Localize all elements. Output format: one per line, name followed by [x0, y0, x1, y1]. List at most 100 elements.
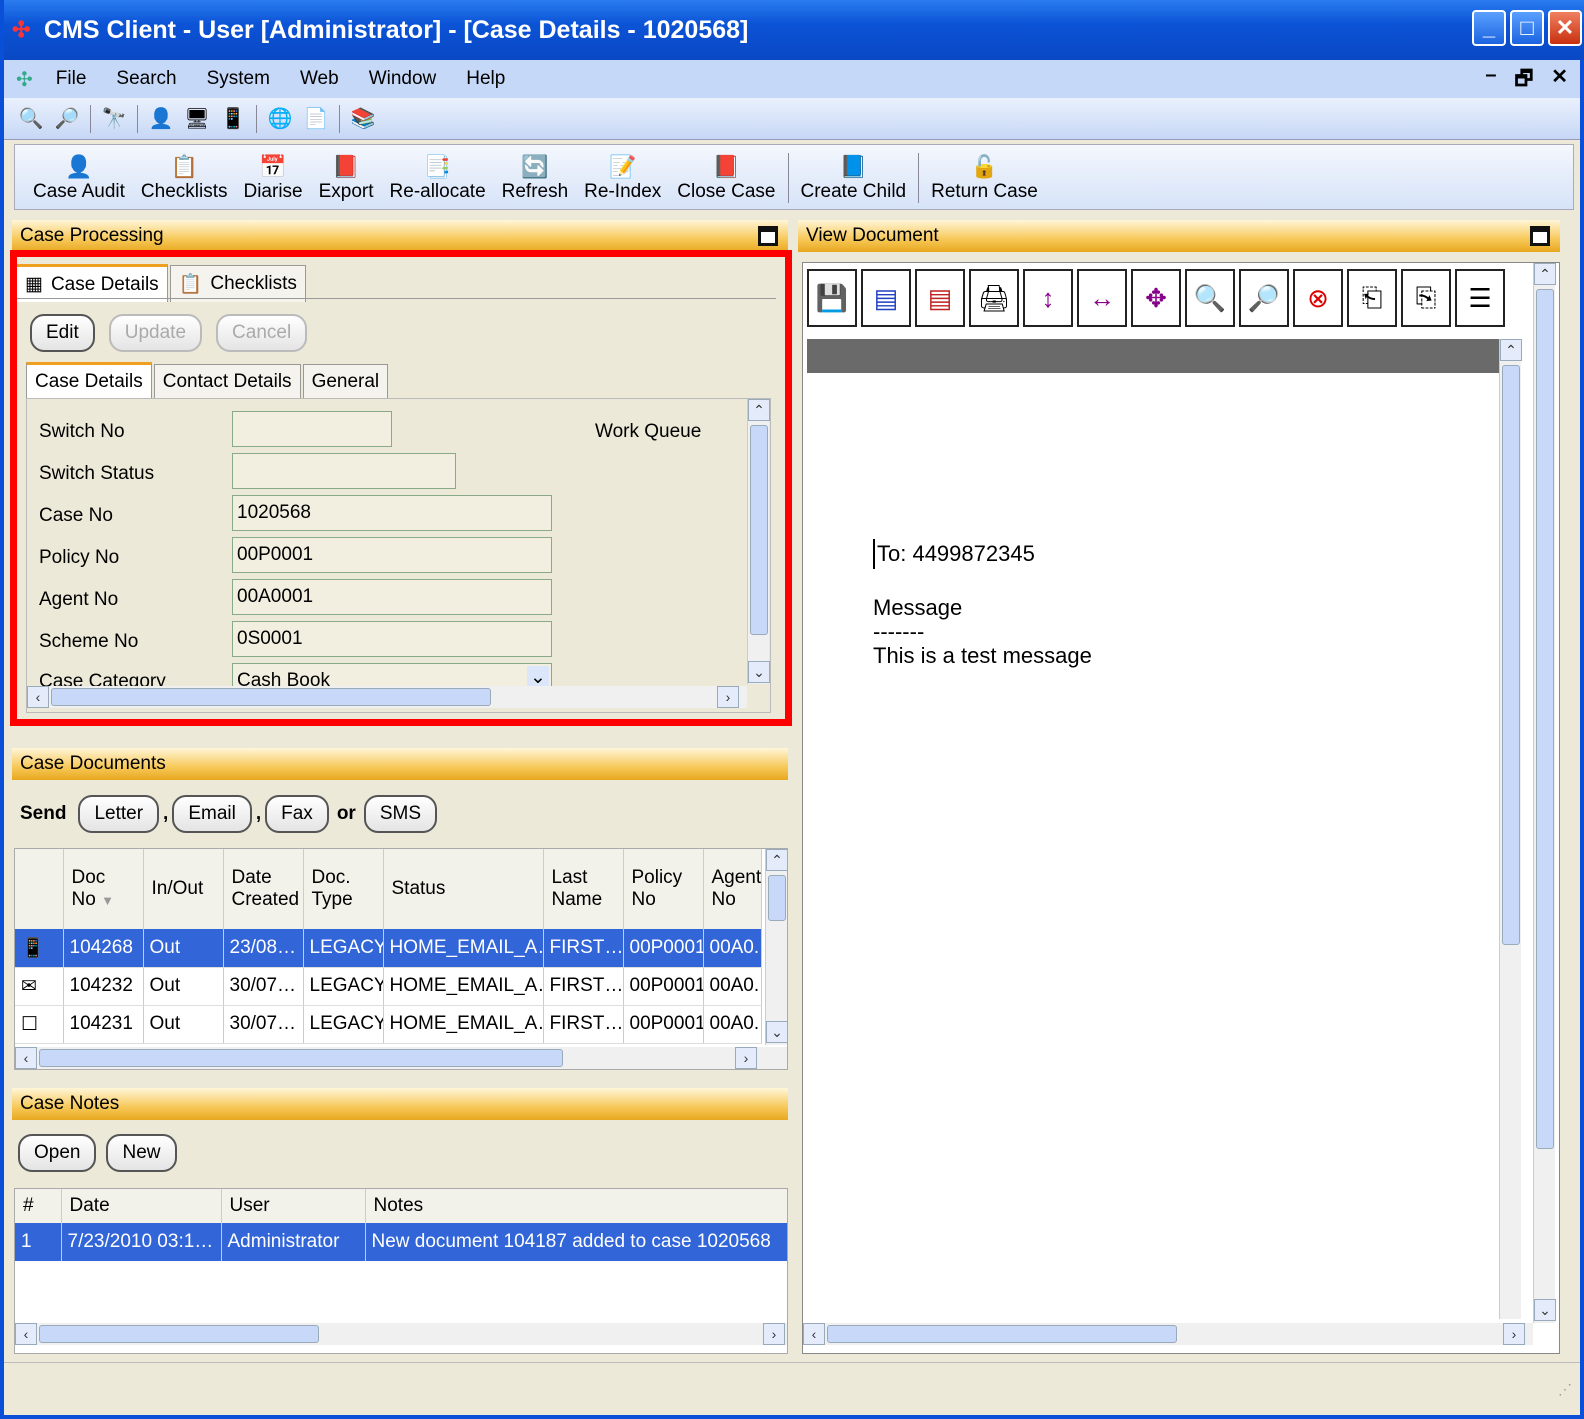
col-last-name[interactable]: Last Name	[543, 849, 624, 929]
globe-icon[interactable]: 🌐	[267, 106, 293, 132]
scroll-down-button[interactable]: ⌄	[1534, 1299, 1556, 1321]
scroll-up-button[interactable]: ⌃	[748, 399, 770, 421]
edit-button[interactable]: Edit	[30, 314, 95, 352]
form-icon[interactable]: 📄	[303, 106, 329, 132]
scroll-up-button[interactable]: ⌃	[766, 849, 787, 871]
menu-file[interactable]: File	[56, 68, 87, 90]
maximize-button[interactable]: □	[1510, 10, 1544, 46]
find-case-icon[interactable]: 🔍	[18, 106, 44, 132]
scroll-up-button[interactable]: ⌃	[1534, 263, 1556, 285]
create-child-button[interactable]: 📘 Create Child	[801, 153, 907, 203]
menu-help[interactable]: Help	[466, 68, 505, 90]
notes-horizontal-scrollbar[interactable]: ‹ ›	[15, 1323, 787, 1345]
scroll-left-button[interactable]: ‹	[15, 1323, 37, 1345]
scroll-down-button[interactable]: ⌄	[766, 1021, 787, 1043]
scroll-thumb[interactable]	[1502, 365, 1520, 945]
save-icon[interactable]: 💾	[807, 269, 857, 327]
col-date-created[interactable]: Date Created	[223, 849, 304, 929]
refresh-button[interactable]: 🔄 Refresh	[502, 153, 569, 203]
new-note-button[interactable]: New	[106, 1134, 177, 1172]
scroll-thumb[interactable]	[768, 875, 786, 921]
table-row[interactable]: 1 7/23/2010 03:1… Administrator New docu…	[15, 1223, 787, 1261]
col-date[interactable]: Date	[61, 1189, 222, 1223]
scroll-thumb[interactable]	[51, 688, 491, 706]
page-vscroll[interactable]: ⌃	[1499, 339, 1522, 1319]
re-allocate-button[interactable]: 📑 Re-allocate	[390, 153, 486, 203]
zoom-cancel-icon[interactable]: ⊗	[1293, 269, 1343, 327]
grid-vertical-scrollbar[interactable]: ⌃ ⌄	[765, 849, 787, 1045]
binoculars-icon[interactable]: 🔭	[101, 106, 127, 132]
col-in-out[interactable]: In/Out	[143, 849, 224, 929]
page-list-icon[interactable]: ☰	[1455, 269, 1505, 327]
mdi-minimize-button[interactable]: –	[1485, 64, 1496, 98]
scroll-thumb[interactable]	[750, 425, 768, 635]
phone-icon[interactable]: 📱	[220, 106, 246, 132]
zoom-in-icon[interactable]: 🔍	[1185, 269, 1235, 327]
col-policy-no[interactable]: Policy No	[623, 849, 704, 929]
maximize-pane-button[interactable]	[1530, 226, 1550, 246]
scroll-left-button[interactable]: ‹	[15, 1047, 37, 1069]
mdi-restore-button[interactable]: 🗗	[1514, 64, 1533, 98]
fit-height-icon[interactable]: ↕	[1023, 269, 1073, 327]
col-agent-no[interactable]: Agent No	[703, 849, 762, 929]
col-icon[interactable]	[15, 849, 64, 929]
subtab-case-details[interactable]: Case Details	[26, 362, 152, 399]
tab-case-details[interactable]: ▦ Case Details	[16, 264, 168, 302]
checklists-button[interactable]: 📋 Checklists	[141, 153, 228, 203]
return-case-button[interactable]: 🔓 Return Case	[931, 153, 1038, 203]
scroll-thumb[interactable]	[39, 1325, 319, 1343]
search-case-icon[interactable]: 🔎	[54, 106, 80, 132]
scroll-left-button[interactable]: ‹	[27, 686, 49, 708]
case-audit-button[interactable]: 👤 Case Audit	[33, 153, 125, 203]
resize-grip-icon[interactable]: ⋰	[1558, 1381, 1572, 1398]
viewer-outer-vscroll[interactable]: ⌃ ⌄	[1533, 263, 1556, 1323]
close-button[interactable]: ✕	[1548, 10, 1582, 46]
title-bar[interactable]: ✣ CMS Client - User [Administrator] - [C…	[4, 0, 1584, 60]
mdi-close-button[interactable]: ✕	[1551, 64, 1568, 98]
scroll-down-button[interactable]: ⌄	[748, 661, 770, 683]
table-row[interactable]: 📱 104268 Out 23/08… LEGACY HOME_EMAIL_A……	[15, 929, 762, 968]
col-user[interactable]: User	[221, 1189, 366, 1223]
zoom-text-icon[interactable]: 🔎	[1239, 269, 1289, 327]
scroll-right-button[interactable]: ›	[735, 1047, 757, 1069]
switch-status-field[interactable]	[232, 453, 456, 489]
open-note-button[interactable]: Open	[18, 1134, 97, 1172]
case-no-field[interactable]: 1020568	[232, 495, 552, 531]
col-doc-type[interactable]: Doc. Type	[303, 849, 384, 929]
email-button[interactable]: Email	[172, 795, 252, 833]
col-doc-no[interactable]: Doc No ▼	[63, 849, 144, 929]
scroll-right-button[interactable]: ›	[763, 1323, 785, 1345]
fit-width-icon[interactable]: ↔	[1077, 269, 1127, 327]
col-notes[interactable]: Notes	[365, 1189, 787, 1223]
blue-doc-icon[interactable]: ▤	[861, 269, 911, 327]
col-status[interactable]: Status	[383, 849, 544, 929]
books-icon[interactable]: 📚	[350, 106, 376, 132]
menu-search[interactable]: Search	[116, 68, 176, 90]
table-row[interactable]: ✉ 104232 Out 30/07… LEGACY HOME_EMAIL_A……	[15, 967, 762, 1006]
agent-no-field[interactable]: 00A0001	[232, 579, 552, 615]
menu-window[interactable]: Window	[369, 68, 437, 90]
scroll-thumb[interactable]	[39, 1049, 563, 1067]
red-doc-icon[interactable]: ▤	[915, 269, 965, 327]
monitor-icon[interactable]: 🖥	[184, 106, 210, 132]
diarise-button[interactable]: 📅 Diarise	[243, 153, 302, 203]
update-button[interactable]: Update	[108, 314, 203, 352]
subtab-contact-details[interactable]: Contact Details	[153, 364, 301, 399]
letter-button[interactable]: Letter	[78, 795, 160, 833]
scroll-thumb[interactable]	[1536, 289, 1554, 1149]
viewer-hscroll[interactable]: ‹ ›	[803, 1323, 1533, 1345]
switch-no-field[interactable]	[232, 411, 392, 447]
scroll-right-button[interactable]: ›	[717, 686, 739, 708]
re-index-button[interactable]: 📝 Re-Index	[584, 153, 661, 203]
policy-no-field[interactable]: 00P0001	[232, 537, 552, 573]
close-case-button[interactable]: 📕 Close Case	[677, 153, 775, 203]
menu-system[interactable]: System	[207, 68, 270, 90]
col-number[interactable]: #	[15, 1189, 62, 1223]
page-next-icon[interactable]: ⎘	[1401, 269, 1451, 327]
print-icon[interactable]: 🖨	[969, 269, 1019, 327]
fit-page-icon[interactable]: ✥	[1131, 269, 1181, 327]
cancel-button[interactable]: Cancel	[216, 314, 308, 352]
scheme-no-field[interactable]: 0S0001	[232, 621, 552, 657]
scroll-left-button[interactable]: ‹	[803, 1323, 825, 1345]
scroll-up-button[interactable]: ⌃	[1500, 339, 1522, 361]
